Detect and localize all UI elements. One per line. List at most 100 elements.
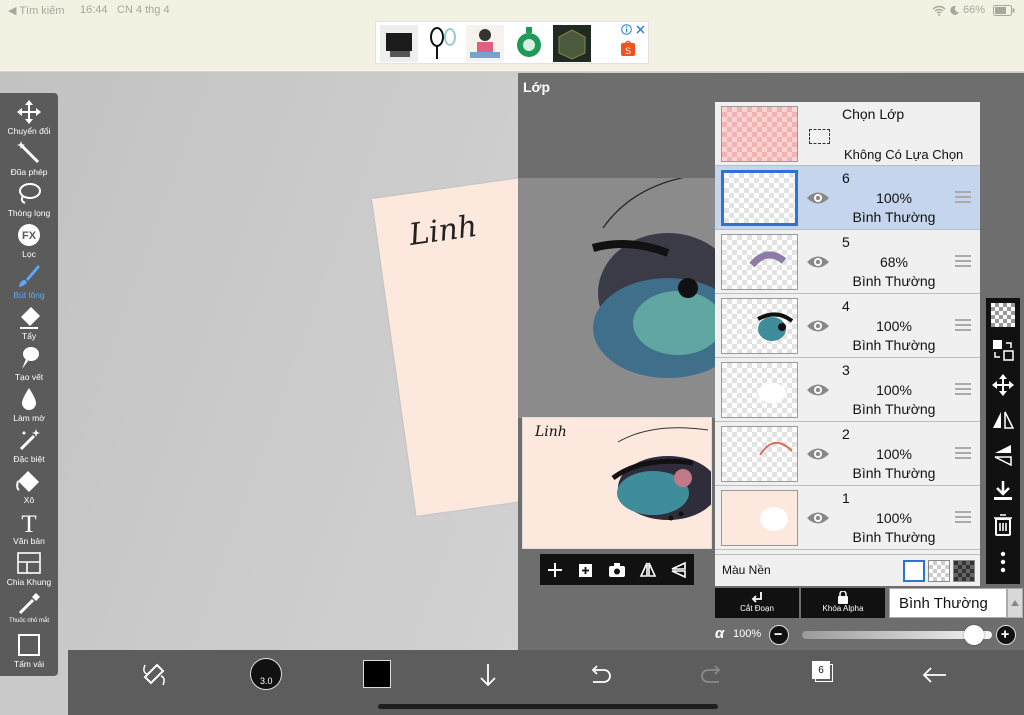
ad-product-image[interactable] bbox=[380, 25, 418, 62]
svg-text:FX: FX bbox=[22, 230, 37, 242]
layer-opacity: 100% bbox=[876, 510, 912, 526]
tool-eraser[interactable]: Tẩy bbox=[0, 304, 58, 345]
layer-count: 6 bbox=[812, 661, 830, 679]
alpha-symbol: α bbox=[715, 625, 725, 642]
tool-filter[interactable]: FX Lọc bbox=[0, 222, 58, 263]
lock-icon bbox=[838, 591, 848, 604]
tool-frame-divider[interactable]: Chia Khung bbox=[0, 550, 58, 591]
tool-text[interactable]: T Văn bản bbox=[0, 509, 58, 550]
layer-opacity: 100% bbox=[876, 318, 912, 334]
arrow-down-icon[interactable] bbox=[473, 660, 503, 690]
tool-bucket[interactable]: Xô bbox=[0, 468, 58, 509]
layer-row[interactable]: 2 100% Bình Thường bbox=[715, 422, 980, 486]
tool-special[interactable]: Đặc biệt bbox=[0, 427, 58, 468]
layer-number: 3 bbox=[842, 362, 850, 378]
redo-icon[interactable] bbox=[697, 660, 727, 690]
background-transparent-swatch[interactable] bbox=[928, 560, 950, 582]
layer-thumbnail bbox=[721, 298, 798, 354]
merge-down-icon[interactable] bbox=[991, 478, 1015, 502]
close-icon[interactable] bbox=[635, 24, 646, 35]
undo-icon[interactable] bbox=[585, 660, 615, 690]
opacity-increase-button[interactable] bbox=[996, 625, 1016, 645]
bucket-icon bbox=[16, 471, 39, 492]
tool-smudge[interactable]: Tạo vết bbox=[0, 345, 58, 386]
back-to-search-link[interactable]: ◀ Tìm kiếm bbox=[8, 4, 65, 17]
visibility-eye-icon[interactable] bbox=[806, 381, 830, 399]
flip-vertical-icon[interactable] bbox=[670, 561, 688, 579]
bottom-toolbar: 3.0 6 bbox=[68, 650, 1024, 715]
trash-icon[interactable] bbox=[991, 513, 1015, 537]
layer-row[interactable]: 5 68% Bình Thường bbox=[715, 230, 980, 294]
layer-thumbnail bbox=[721, 170, 798, 226]
duplicate-layer-icon[interactable] bbox=[577, 561, 595, 579]
plus-icon bbox=[1001, 630, 1009, 638]
tool-magic-wand[interactable]: Đũa phép bbox=[0, 140, 58, 181]
move-layer-icon[interactable] bbox=[991, 373, 1015, 397]
quick-transform-icon[interactable] bbox=[139, 660, 169, 690]
drag-handle-icon[interactable] bbox=[955, 510, 971, 524]
flip-layer-vertical-icon[interactable] bbox=[991, 443, 1015, 467]
camera-icon[interactable] bbox=[608, 561, 626, 579]
selection-layer-row[interactable]: Chọn Lớp Không Có Lựa Chọn bbox=[715, 102, 980, 166]
selection-marquee-icon bbox=[809, 129, 830, 144]
svg-text:T: T bbox=[21, 511, 36, 535]
layer-tools-column bbox=[986, 298, 1020, 584]
tool-brush[interactable]: Bút lông bbox=[0, 263, 58, 304]
brush-size-value: 3.0 bbox=[260, 676, 273, 686]
opacity-row: α 100% bbox=[715, 624, 1024, 646]
tool-blur[interactable]: Làm mờ bbox=[0, 386, 58, 427]
flip-layer-horizontal-icon[interactable] bbox=[991, 408, 1015, 432]
selection-title: Chọn Lớp bbox=[842, 106, 905, 122]
svg-text:S: S bbox=[625, 46, 631, 56]
drag-handle-icon[interactable] bbox=[955, 190, 971, 204]
background-white-swatch[interactable] bbox=[903, 560, 925, 582]
ad-product-image[interactable] bbox=[510, 25, 548, 62]
flip-horizontal-icon[interactable] bbox=[639, 561, 657, 579]
shopee-logo-icon[interactable]: S bbox=[619, 39, 637, 57]
visibility-eye-icon[interactable] bbox=[806, 317, 830, 335]
tool-panel: Chuyển đổi Đũa phép Thòng lọng FX Lọc Bú… bbox=[0, 93, 58, 676]
opacity-decrease-button[interactable] bbox=[769, 625, 789, 645]
color-swatch-button[interactable] bbox=[363, 660, 391, 688]
layers-button[interactable]: 6 bbox=[809, 660, 835, 686]
layer-opacity: 100% bbox=[876, 446, 912, 462]
info-icon[interactable] bbox=[621, 24, 632, 35]
layer-number: 5 bbox=[842, 234, 850, 250]
checkerboard-icon[interactable] bbox=[991, 303, 1015, 327]
alpha-lock-button[interactable]: Khóa Alpha bbox=[801, 588, 885, 618]
blend-mode-select[interactable]: Bình Thường bbox=[889, 588, 1007, 618]
layer-row[interactable]: 3 100% Bình Thường bbox=[715, 358, 980, 422]
visibility-eye-icon[interactable] bbox=[806, 189, 830, 207]
tool-transform[interactable]: Chuyển đổi bbox=[0, 99, 58, 140]
drag-handle-icon[interactable] bbox=[955, 446, 971, 460]
visibility-eye-icon[interactable] bbox=[806, 509, 830, 527]
opacity-slider[interactable] bbox=[802, 625, 992, 645]
background-dark-swatch[interactable] bbox=[953, 560, 975, 582]
ad-product-image[interactable] bbox=[553, 25, 591, 62]
clipping-button[interactable]: Cắt Đoạn bbox=[715, 588, 799, 618]
advertisement-banner[interactable]: S bbox=[375, 21, 649, 64]
ad-product-image[interactable] bbox=[423, 25, 461, 62]
layer-blend-mode: Bình Thường bbox=[852, 465, 936, 481]
visibility-eye-icon[interactable] bbox=[806, 253, 830, 271]
layer-swap-icon[interactable] bbox=[991, 338, 1015, 362]
drag-handle-icon[interactable] bbox=[955, 318, 971, 332]
text-icon: T bbox=[21, 511, 36, 535]
drag-handle-icon[interactable] bbox=[955, 382, 971, 396]
layer-row[interactable]: 1 100% Bình Thường bbox=[715, 486, 980, 550]
tool-eyedropper[interactable]: Thuốc nhỏ mắt bbox=[0, 591, 58, 632]
add-layer-icon[interactable] bbox=[546, 561, 564, 579]
layer-row[interactable]: 6 100% Bình Thường bbox=[715, 166, 980, 230]
visibility-eye-icon[interactable] bbox=[806, 445, 830, 463]
date: CN 4 thg 4 bbox=[117, 4, 170, 16]
more-options-icon[interactable] bbox=[991, 550, 1015, 574]
drag-handle-icon[interactable] bbox=[955, 254, 971, 268]
ad-product-image[interactable] bbox=[466, 25, 504, 62]
back-arrow-icon[interactable] bbox=[920, 660, 950, 690]
brush-size-button[interactable]: 3.0 bbox=[250, 658, 282, 690]
layer-row[interactable]: 4 100% Bình Thường bbox=[715, 294, 980, 358]
opacity-slider-knob[interactable] bbox=[963, 625, 984, 645]
tool-canvas[interactable]: Tấm vải bbox=[0, 632, 58, 673]
tool-lasso[interactable]: Thòng lọng bbox=[0, 181, 58, 222]
blend-mode-arrow-button[interactable] bbox=[1007, 588, 1023, 618]
